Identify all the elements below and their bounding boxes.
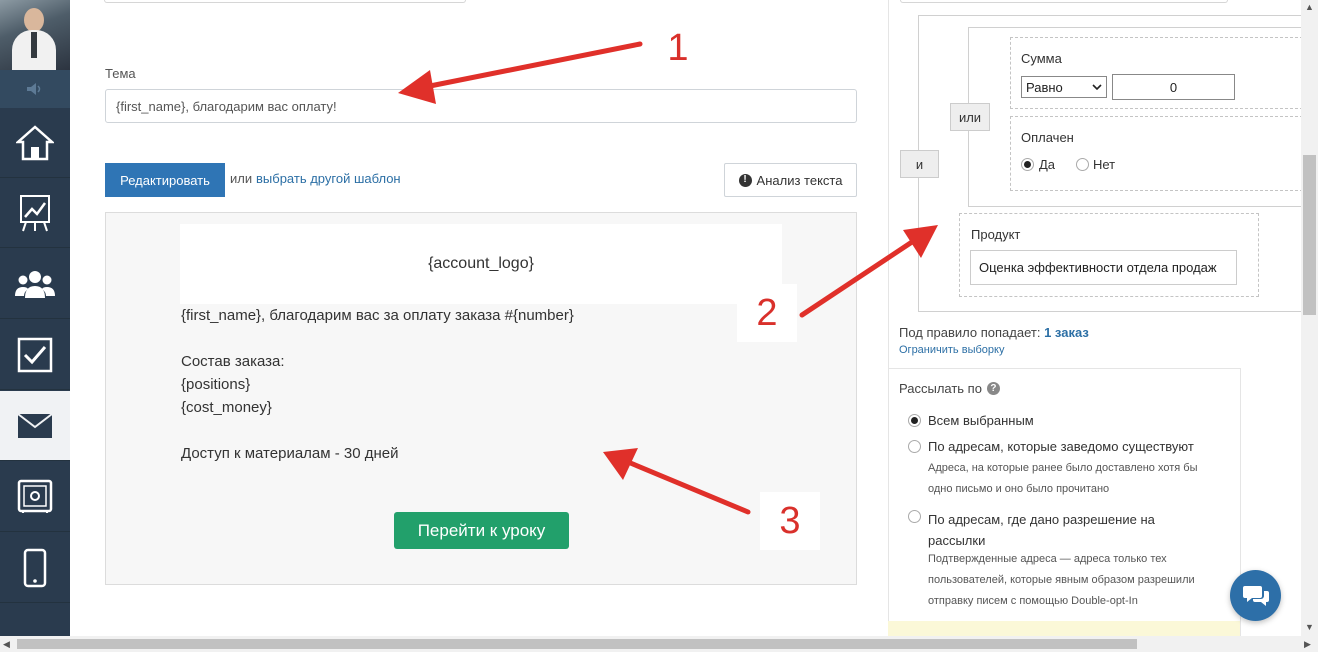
- sidebar-item-tasks[interactable]: [0, 320, 70, 390]
- speaker-icon: [27, 83, 41, 95]
- sum-label: Сумма: [1021, 51, 1062, 66]
- subject-input[interactable]: [105, 89, 857, 123]
- text-analysis-button[interactable]: ! Анализ текста: [724, 163, 857, 197]
- limit-selection-link[interactable]: Ограничить выборку: [899, 344, 1004, 356]
- paid-no-radio[interactable]: [1076, 158, 1089, 171]
- annotation-number-2: 2: [737, 284, 797, 342]
- send-existing-label: По адресам, которые заведомо существуют: [928, 439, 1194, 454]
- scroll-up-icon[interactable]: ▲: [1305, 2, 1314, 12]
- horizontal-scroll-thumb[interactable]: [17, 639, 1137, 649]
- sidebar-item-home[interactable]: [0, 108, 70, 178]
- sum-value-input[interactable]: 0: [1112, 74, 1235, 100]
- send-by-text: Рассылать по: [899, 381, 982, 396]
- scroll-right-icon[interactable]: ▶: [1304, 639, 1311, 650]
- paid-no-label: Нет: [1093, 157, 1116, 172]
- checkbox-icon: [17, 337, 53, 372]
- send-all-label: Всем выбранным: [928, 413, 1034, 428]
- logo-placeholder: {account_logo}: [428, 255, 534, 272]
- right-panel-border: [888, 0, 889, 636]
- help-icon[interactable]: ?: [986, 382, 1000, 395]
- scroll-left-icon[interactable]: ◀: [3, 639, 10, 650]
- users-icon: [15, 270, 55, 298]
- go-to-lesson-button[interactable]: Перейти к уроку: [394, 512, 569, 549]
- envelope-icon: [17, 412, 53, 438]
- sum-operator-value: Равно: [1026, 79, 1063, 95]
- text-analysis-label: Анализ текста: [756, 172, 843, 188]
- sum-operator-select[interactable]: Равно: [1021, 76, 1107, 98]
- vertical-scrollbar[interactable]: [1301, 0, 1318, 636]
- paid-condition: [1010, 116, 1318, 191]
- chat-button[interactable]: [1230, 570, 1281, 621]
- left-sidebar: [0, 0, 70, 636]
- home-icon: [16, 124, 54, 160]
- chat-bubbles-icon: [1242, 585, 1269, 606]
- access-text: Доступ к материалам - 30 дней: [181, 445, 399, 462]
- sidebar-item-mobile[interactable]: [0, 533, 70, 603]
- send-existing-description: Адреса, на которые ранее было доставлено…: [928, 462, 1198, 495]
- send-permitted-radio[interactable]: [908, 510, 921, 523]
- scroll-down-icon[interactable]: ▼: [1305, 622, 1314, 632]
- send-permitted-label: По адресам, где дано разрешение на рассы…: [928, 512, 1155, 548]
- exclamation-icon: !: [738, 173, 752, 187]
- order-title: Состав заказа:: [181, 353, 285, 370]
- send-permitted-description: Подтвержденные адреса — адреса только те…: [928, 553, 1195, 607]
- sidebar-item-users[interactable]: [0, 249, 70, 319]
- or-button[interactable]: или: [950, 103, 990, 131]
- previous-field-edge: [104, 0, 466, 3]
- paid-label: Оплачен: [1021, 130, 1074, 145]
- or-text: или: [230, 171, 253, 186]
- vertical-scroll-thumb[interactable]: [1303, 155, 1316, 315]
- sidebar-item-stats[interactable]: [0, 178, 70, 248]
- annotation-number-1: 1: [660, 25, 696, 71]
- rule-count-prefix: Под правило попадает:: [899, 325, 1041, 340]
- send-by-label: Рассылать по ?: [899, 381, 1000, 396]
- right-panel-divider: [888, 368, 1240, 369]
- greeting-text: {first_name}, благодарим вас за оплату з…: [181, 307, 574, 324]
- right-previous-field-edge: [900, 0, 1228, 3]
- subject-label: Тема: [105, 66, 136, 81]
- product-label: Продукт: [971, 227, 1021, 242]
- choose-template-link[interactable]: выбрать другой шаблон: [256, 171, 401, 186]
- cost-placeholder: {cost_money}: [181, 399, 272, 416]
- and-button[interactable]: и: [900, 150, 939, 178]
- speaker-bar[interactable]: [0, 70, 70, 108]
- paid-yes-radio[interactable]: [1021, 158, 1034, 171]
- chart-board-icon: [20, 194, 50, 231]
- chevron-down-icon: [1092, 84, 1102, 90]
- send-existing-radio[interactable]: [908, 440, 921, 453]
- sidebar-item-safe[interactable]: [0, 462, 70, 532]
- positions-placeholder: {positions}: [181, 376, 251, 393]
- safe-icon: [17, 479, 53, 513]
- phone-icon: [23, 548, 47, 587]
- paid-yes-label: Да: [1039, 157, 1056, 172]
- avatar[interactable]: [0, 0, 70, 70]
- rule-count-value[interactable]: 1 заказ: [1044, 325, 1089, 340]
- product-input[interactable]: Оценка эффективности отдела продаж: [970, 250, 1237, 285]
- sidebar-item-mail[interactable]: [0, 391, 70, 461]
- annotation-number-3: 3: [760, 492, 820, 550]
- edit-button[interactable]: Редактировать: [105, 163, 225, 197]
- notice-strip: [888, 621, 1240, 636]
- send-all-radio[interactable]: [908, 414, 921, 427]
- rule-count: Под правило попадает: 1 заказ: [899, 325, 1089, 340]
